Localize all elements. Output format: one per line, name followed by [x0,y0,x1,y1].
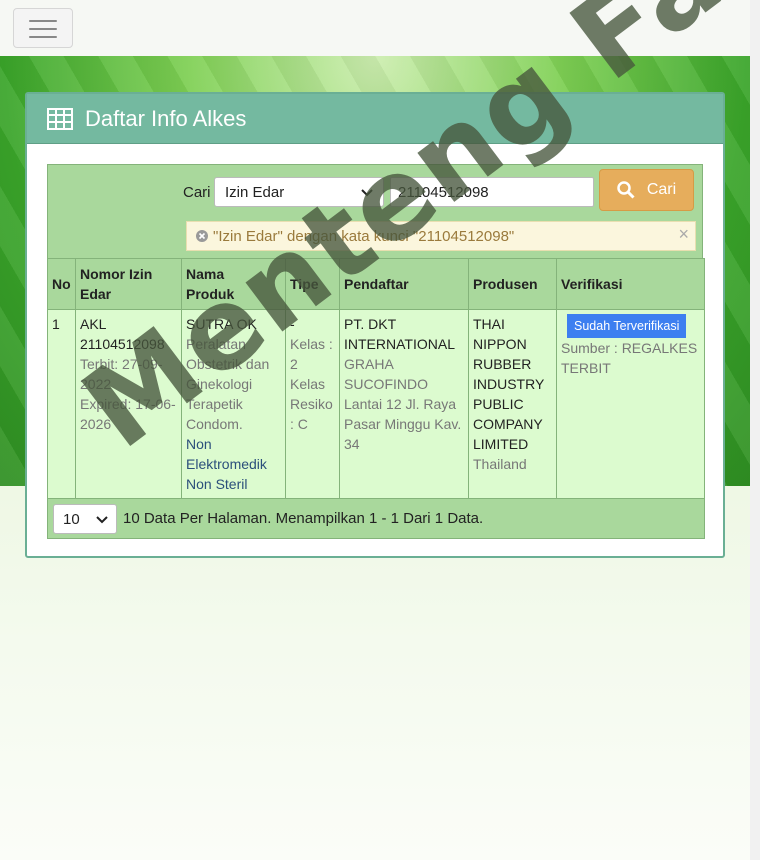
header-pendaftar[interactable]: Pendaftar [339,258,469,310]
chevron-down-icon [96,515,108,523]
page-size-value: 10 [63,510,80,528]
product-type: Non Elektromedik Non Steril [186,436,267,492]
hamburger-menu-icon[interactable] [13,8,73,48]
verif-source: Sumber : REGALKES TERBIT [561,340,698,376]
search-category-value: Izin Edar [225,184,285,201]
header-nomor-izin[interactable]: Nomor Izin Edar [75,258,182,310]
table-row: 1 AKL 21104512098 Terbit: 27-09-2022 Exp… [47,309,705,499]
filter-notice: "Izin Edar" dengan kata kunci "211045120… [186,221,696,251]
search-input[interactable] [390,177,594,207]
panel-title: Daftar Info Alkes [85,105,247,131]
produsen-country: Thailand [473,456,527,472]
akl-prefix: AKL [80,316,107,332]
expired-date: Expired: 17-06-2026 [80,396,176,432]
top-navbar [0,0,750,56]
panel-body: Cari Izin Edar Cari [27,144,723,539]
header-produsen[interactable]: Produsen [468,258,557,310]
header-nama-produk[interactable]: Nama Produk [181,258,286,310]
header-nomor-izin-line2: Edar [80,286,112,302]
close-icon[interactable]: × [678,224,689,245]
page-scroll-edge [750,0,760,860]
search-button[interactable]: Cari [599,169,694,211]
tipe-resiko: Kelas Resiko : C [290,376,333,432]
cell-tipe: - Kelas : 2 Kelas Resiko : C [285,309,340,499]
remove-filter-icon[interactable] [195,229,209,243]
tipe-kelas: Kelas : 2 [290,336,333,372]
product-name: SUTRA OK [186,316,257,332]
panel-heading: Daftar Info Alkes [27,94,723,144]
search-category-select[interactable]: Izin Edar [214,177,384,207]
search-label: Cari [183,184,211,201]
alkes-table: No Nomor Izin Edar Nama Produk Tipe Pend… [47,258,705,499]
cell-no: 1 [47,309,76,499]
search-area: Cari Izin Edar Cari [47,164,703,258]
cell-pendaftar: PT. DKT INTERNATIONAL GRAHA SUCOFINDO La… [339,309,469,499]
product-category: Peralatan Obstetrik dan Ginekologi Terap… [186,336,270,432]
cell-nomor-izin: AKL 21104512098 Terbit: 27-09-2022 Expir… [75,309,182,499]
chevron-down-icon [361,189,373,197]
cell-produsen: THAI NIPPON RUBBER INDUSTRY PUBLIC COMPA… [468,309,557,499]
cell-nama-produk: SUTRA OK Peralatan Obstetrik dan Ginekol… [181,309,286,499]
tipe-dash: - [290,316,295,332]
header-verifikasi[interactable]: Verifikasi [556,258,705,310]
header-nomor-izin-line1: Nomor Izin [80,266,153,282]
table-icon [47,107,73,130]
produsen-name: THAI NIPPON RUBBER INDUSTRY PUBLIC COMPA… [473,316,545,452]
search-button-label: Cari [646,181,677,198]
header-tipe[interactable]: Tipe [285,258,340,310]
alkes-panel: Daftar Info Alkes Cari Izin Edar Cari [25,92,725,558]
header-nama-line1: Nama [186,266,225,282]
filter-notice-text: "Izin Edar" dengan kata kunci "211045120… [213,227,515,245]
pendaftar-address: GRAHA SUCOFINDO Lantai 12 Jl. Raya Pasar… [344,356,462,452]
terbit-date: Terbit: 27-09-2022 [80,356,163,392]
header-nama-line2: Produk [186,286,235,302]
cell-verifikasi: Sudah Terverifikasi Sumber : REGALKES TE… [556,309,705,499]
header-no[interactable]: No [47,258,76,310]
izin-number: 21104512098 [80,336,165,352]
table-header-row: No Nomor Izin Edar Nama Produk Tipe Pend… [47,258,705,310]
pagination-summary: 10 Data Per Halaman. Menampilkan 1 - 1 D… [123,510,484,527]
search-icon [617,181,635,199]
pendaftar-name: PT. DKT INTERNATIONAL [344,316,455,352]
page-size-select[interactable]: 10 [53,503,117,534]
status-badge: Sudah Terverifikasi [567,314,687,338]
pagination-bar: 10 10 Data Per Halaman. Menampilkan 1 - … [47,499,705,539]
